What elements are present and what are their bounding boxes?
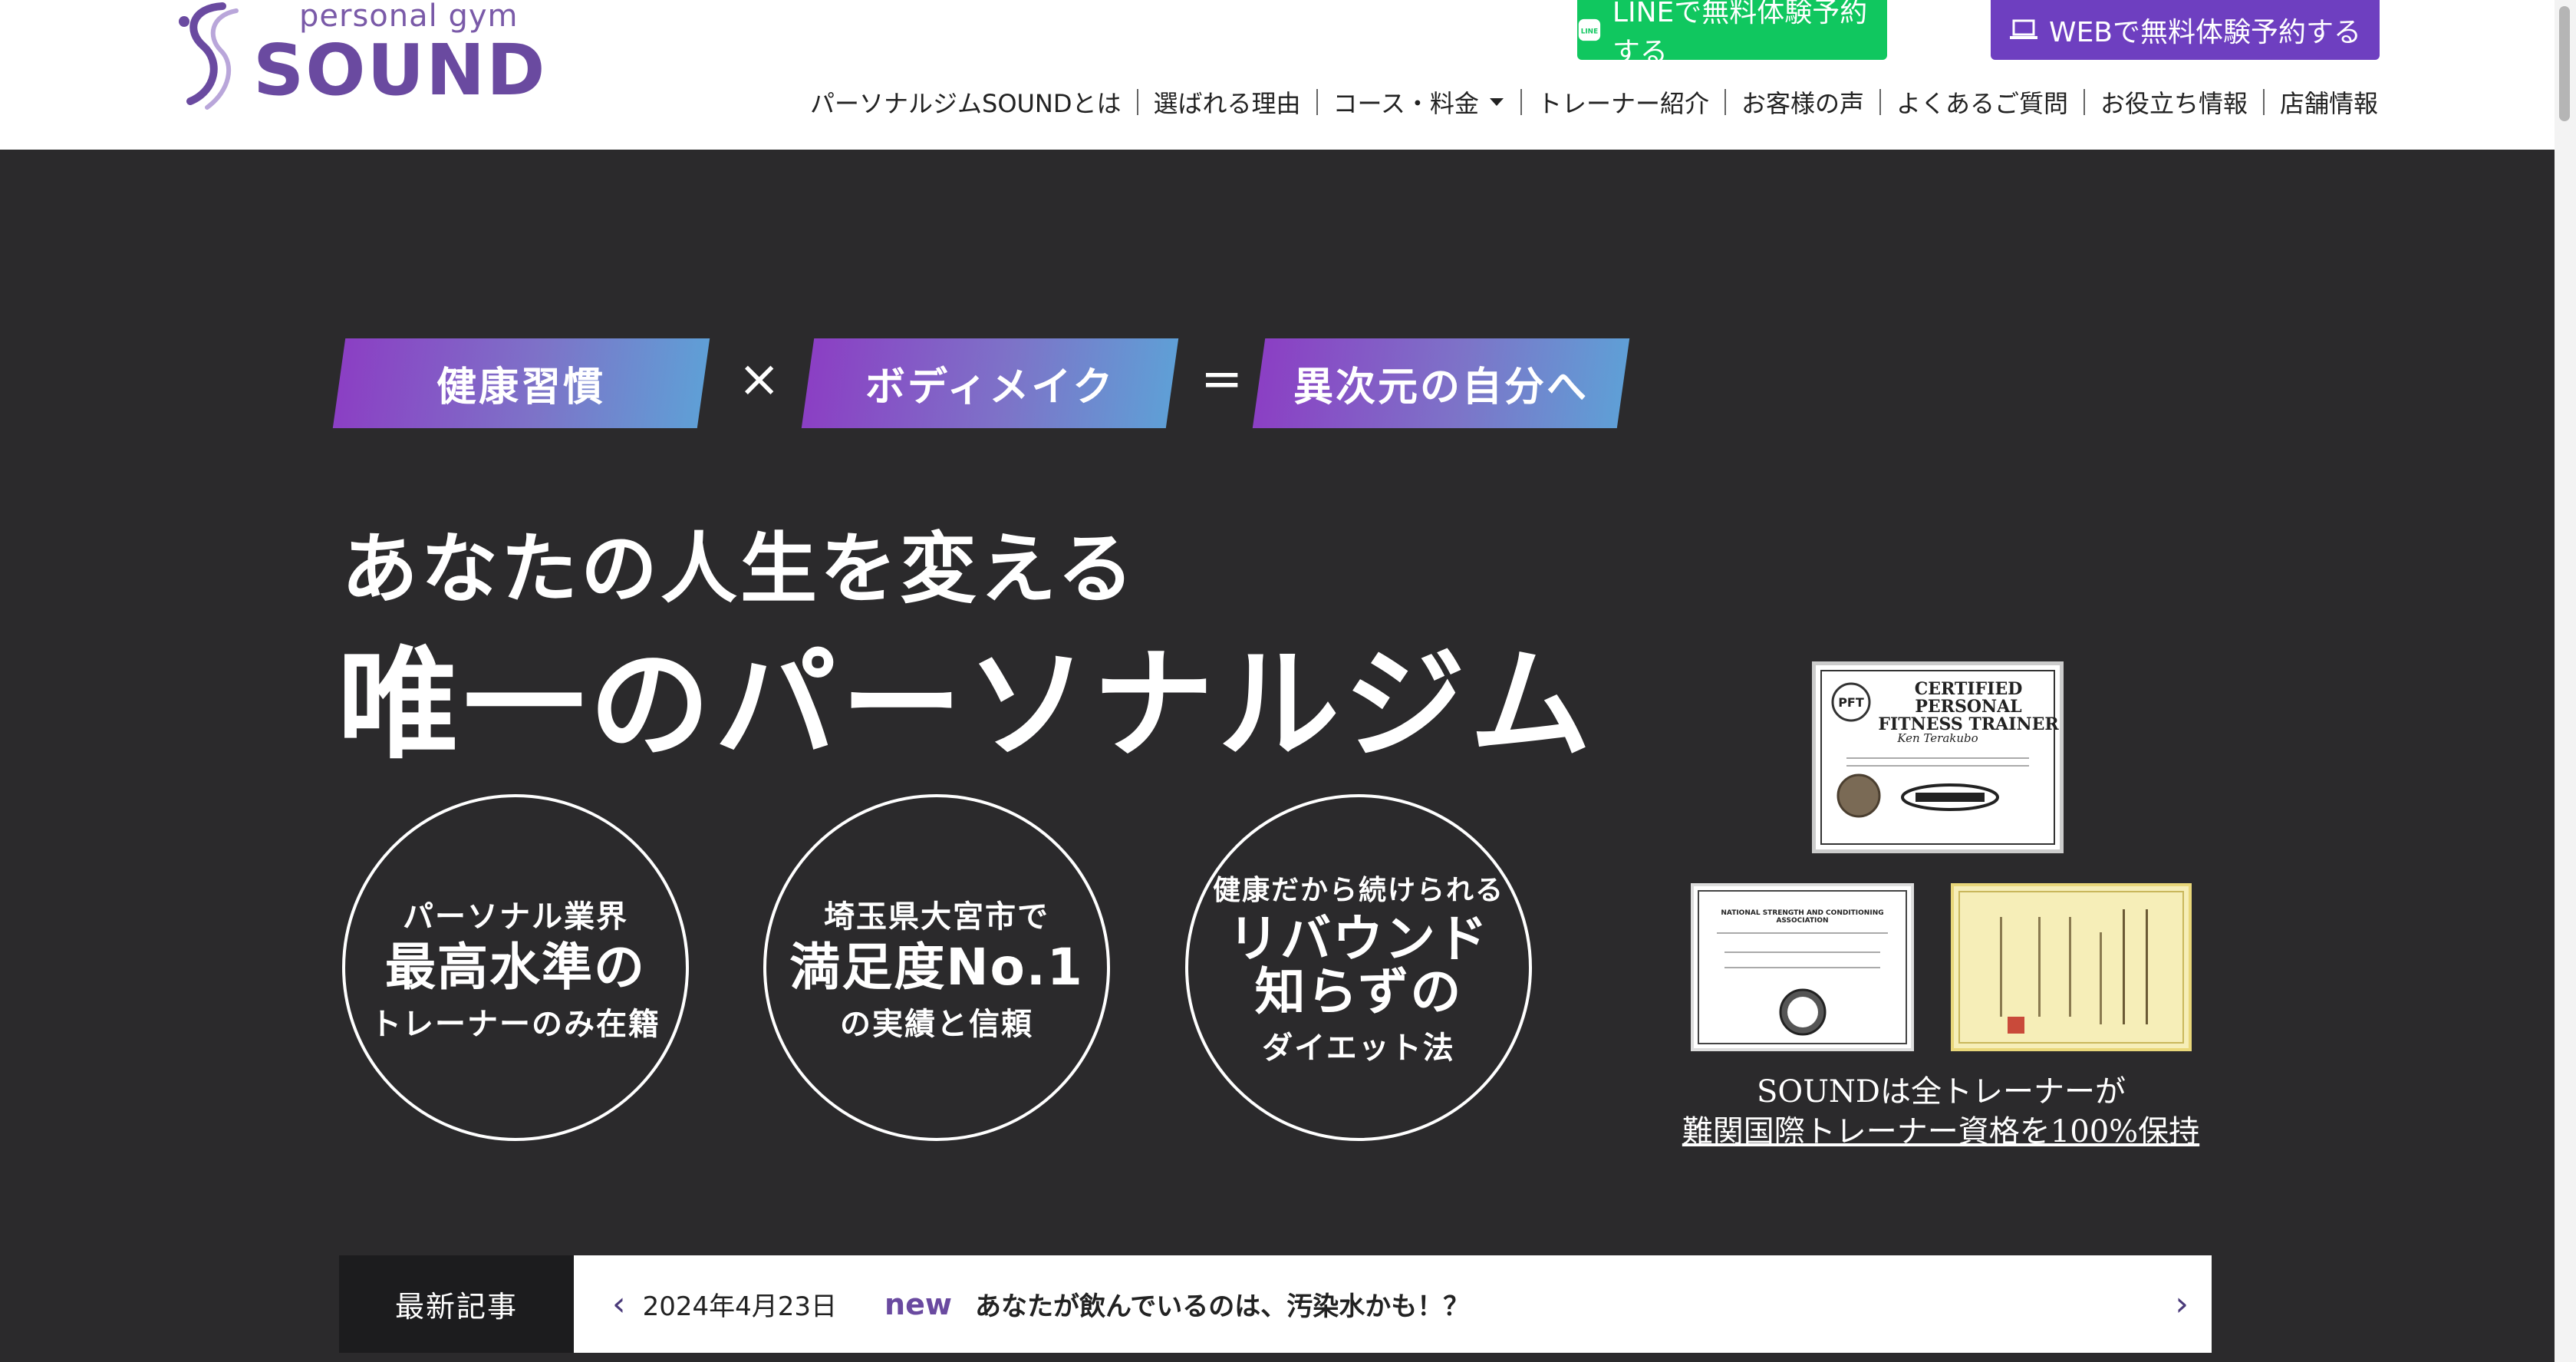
certificate-border	[1958, 891, 2184, 1044]
caret-down-icon	[1489, 98, 1504, 106]
circle-bottom-text: ダイエット法	[1262, 1031, 1455, 1067]
latest-articles-label: 最新記事	[339, 1255, 574, 1353]
nav-label: 店舗情報	[2280, 89, 2379, 118]
nav-item-trainers[interactable]: トレーナー紹介	[1522, 84, 1724, 120]
new-badge: new	[884, 1287, 952, 1321]
cert-text-line	[1717, 932, 1888, 934]
nav-label: お役立ち情報	[2100, 89, 2248, 118]
article-title-link[interactable]: あなたが飲んでいるのは、汚染水かも！？	[975, 1285, 1469, 1323]
nav-item-info[interactable]: お役立ち情報	[2085, 84, 2263, 120]
nav-label: よくあるご質問	[1896, 89, 2068, 118]
certificate-caption-link[interactable]: 難関国際トレーナー資格を100%保持	[1672, 1106, 2209, 1151]
certificate-nsca-image: NATIONAL STRENGTH AND CONDITIONING ASSOC…	[1691, 883, 1914, 1051]
feature-circle-diet: 健康だから続けられる リバウンド 知らずの ダイエット法	[1185, 794, 1532, 1141]
pft-name: Ken Terakubo	[1897, 731, 1978, 745]
cert-text-line	[1846, 757, 2029, 759]
circle-main-text: 最高水準の	[385, 938, 646, 998]
nav-label: トレーナー紹介	[1537, 89, 1709, 118]
feature-circle-satisfaction: 埼玉県大宮市で 満足度No.1 の実績と信頼	[763, 794, 1110, 1141]
circle-top-text: 埼玉県大宮市で	[824, 899, 1049, 935]
circle-top-text: 健康だから続けられる	[1212, 874, 1504, 906]
circle-bottom-text: トレーナーのみ在籍	[371, 1006, 660, 1042]
line-reservation-button[interactable]: LINE LINEで無料体験予約する	[1577, 0, 1887, 68]
svg-text:LINE: LINE	[1581, 28, 1598, 35]
certificate-pft-image: PFT CERTIFIED PERSONAL FITNESS TRAINER K…	[1812, 661, 2064, 853]
hero-headline-1: あなたの人生を変える	[341, 524, 1137, 614]
cert-text-line	[2100, 932, 2102, 1024]
tag-health-habit: 健康習慣	[332, 338, 710, 428]
nav-item-store[interactable]: 店舗情報	[2265, 84, 2393, 120]
nav-label: お客様の声	[1741, 89, 1864, 118]
circle-bottom-text: の実績と信頼	[840, 1006, 1033, 1042]
logo-name: SOUND	[253, 29, 547, 111]
tag-new-self: 異次元の自分へ	[1252, 338, 1630, 428]
nav-label: 選ばれる理由	[1153, 89, 1301, 118]
circle-main-text: リバウンド 知らずの	[1228, 909, 1489, 1021]
line-icon: LINE	[1578, 18, 1601, 41]
cert-text-line	[2038, 917, 2041, 1017]
cert-text-line	[2123, 909, 2125, 1024]
nsca-title: NATIONAL STRENGTH AND CONDITIONING ASSOC…	[1721, 909, 1884, 925]
line-reservation-label: LINEで無料体験予約する	[1612, 0, 1868, 68]
pft-title: CERTIFIED PERSONAL FITNESS TRAINER	[1878, 679, 2059, 735]
article-date: 2024年4月23日	[642, 1291, 838, 1322]
chevron-right-icon[interactable]: ›	[2175, 1285, 2189, 1324]
scrollbar-thumb[interactable]	[2559, 6, 2570, 121]
cert-text-line	[2069, 917, 2071, 1017]
circle-main-text: 満足度No.1	[789, 938, 1084, 998]
circle-top-text: パーソナル業界	[403, 899, 628, 935]
cscs-seal-icon	[1779, 988, 1827, 1036]
laptop-icon	[2009, 19, 2037, 39]
times-operator: ×	[738, 349, 781, 408]
cert-text-line	[2000, 917, 2002, 1017]
nav-item-course[interactable]: コース・料金	[1318, 84, 1520, 120]
nesta-logo-icon	[1901, 783, 1999, 811]
cert-text-line	[2146, 909, 2148, 1024]
web-reservation-label: WEBで無料体験予約する	[2048, 17, 2362, 48]
site-logo[interactable]: personal gym SOUND	[169, 0, 568, 111]
certificate-japanese-license-image	[1951, 883, 2192, 1051]
cert-text-line	[1724, 951, 1880, 953]
nav-label: パーソナルジムSOUNDとは	[810, 89, 1122, 118]
svg-text:PFT: PFT	[1838, 695, 1864, 710]
pft-seal-icon: PFT	[1831, 682, 1871, 722]
page-scrollbar[interactable]	[2555, 0, 2576, 1362]
nav-item-about[interactable]: パーソナルジムSOUNDとは	[795, 84, 1137, 120]
tag-body-make: ボディメイク	[801, 338, 1179, 428]
hero-headline-2: 唯一のパーソナルジム	[338, 635, 1596, 776]
nav-item-reasons[interactable]: 選ばれる理由	[1138, 84, 1316, 120]
feature-circle-trainers: パーソナル業界 最高水準の トレーナーのみ在籍	[342, 794, 689, 1141]
stamp-seal-icon	[2008, 1017, 2024, 1034]
equals-operator: =	[1201, 349, 1244, 408]
tag-label: 健康習慣	[436, 364, 606, 411]
cert-text-line	[1724, 967, 1880, 968]
tag-label: 異次元の自分へ	[1293, 364, 1589, 411]
web-reservation-button[interactable]: WEBで無料体験予約する	[1991, 0, 2380, 60]
chevron-left-icon[interactable]: ‹	[612, 1285, 626, 1324]
tag-label: ボディメイク	[865, 364, 1115, 411]
cert-text-line	[1846, 765, 2029, 767]
nav-item-faq[interactable]: よくあるご質問	[1881, 84, 2084, 120]
site-header: personal gym SOUND LINE LINEで無料体験予約する WE…	[0, 0, 2555, 150]
nav-label: コース・料金	[1332, 89, 1479, 118]
main-navigation: パーソナルジムSOUNDとは 選ばれる理由 コース・料金 トレーナー紹介 お客様…	[795, 83, 2393, 121]
gold-seal-icon	[1836, 773, 1881, 818]
certificate-caption: SOUNDは全トレーナーが	[1757, 1074, 2126, 1110]
logo-mark-icon	[179, 2, 239, 110]
latest-article-ticker[interactable]: ‹ 2024年4月23日 new あなたが飲んでいるのは、汚染水かも！？ ›	[574, 1255, 2212, 1353]
nav-item-voices[interactable]: お客様の声	[1726, 84, 1879, 120]
